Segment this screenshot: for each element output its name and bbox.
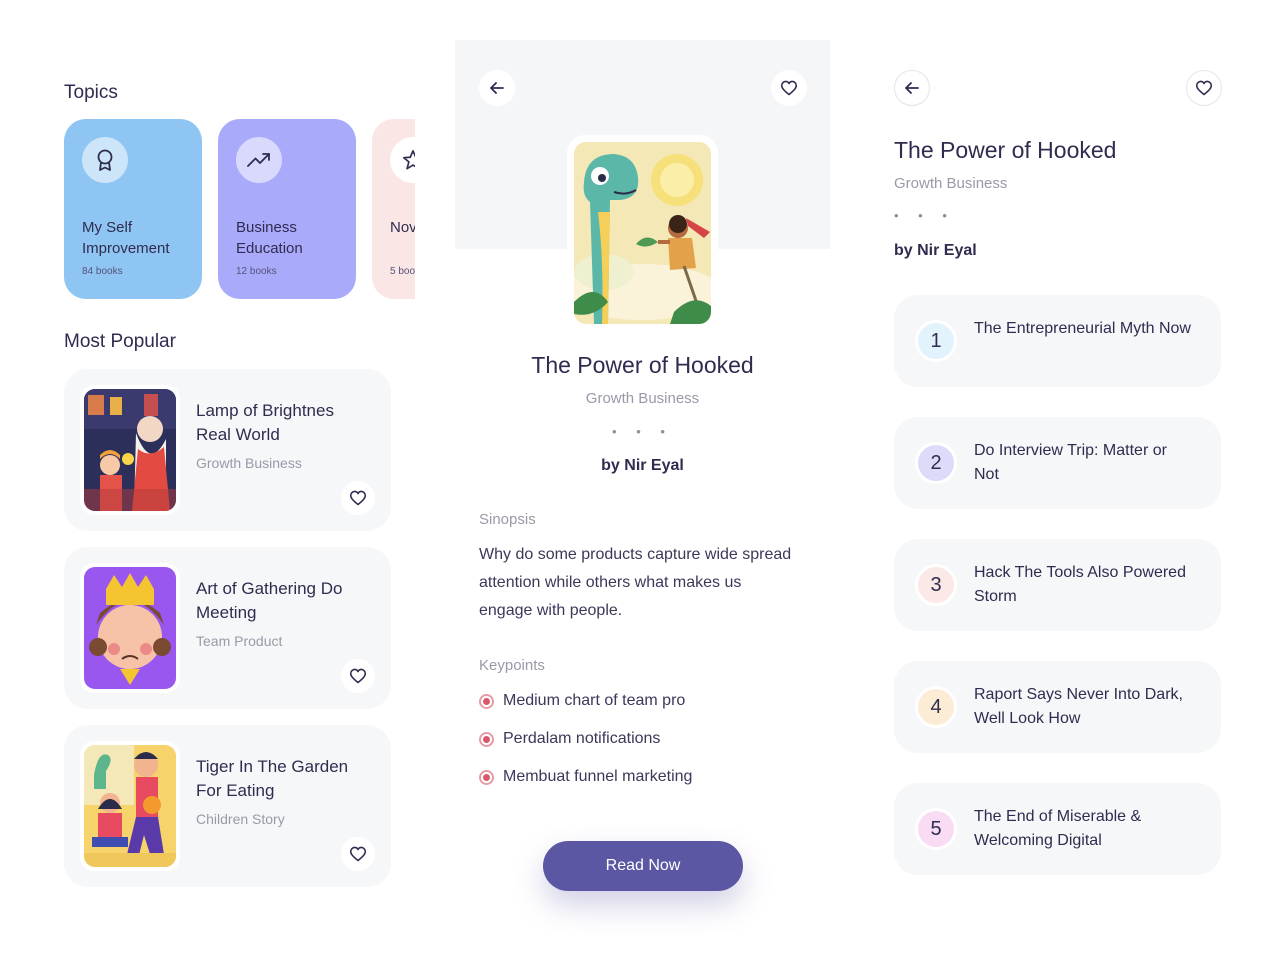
arrow-left-icon xyxy=(905,82,919,94)
book-author: by Nir Eyal xyxy=(894,242,977,259)
keypoint-text: Membuat funnel marketing xyxy=(503,768,693,785)
topic-count: 84 books xyxy=(82,266,123,277)
topic-count: 12 books xyxy=(236,266,277,277)
topic-card-novel-story[interactable]: Novel Story 5 books xyxy=(372,119,415,299)
heart-icon xyxy=(349,846,367,862)
chapter-number: 5 xyxy=(915,808,957,850)
book-cover xyxy=(80,385,180,515)
book-genre: Growth Business xyxy=(585,390,700,407)
keypoint-item: Perdalam notifications xyxy=(479,730,660,748)
chapter-item[interactable]: 3 Hack The Tools Also Powered Storm xyxy=(894,539,1221,631)
chapter-item[interactable]: 5 The End of Miserable & Welcoming Digit… xyxy=(894,783,1221,875)
favorite-button[interactable] xyxy=(771,70,807,106)
chapter-title: Raport Says Never Into Dark, Well Look H… xyxy=(974,686,1183,727)
favorite-button[interactable] xyxy=(341,837,375,871)
heart-icon xyxy=(780,80,798,96)
award-icon xyxy=(82,137,128,183)
dots-separator: • • • xyxy=(612,424,673,439)
topic-name: Novel Story xyxy=(390,219,415,236)
chapter-number: 4 xyxy=(915,686,957,728)
chapter-title: The End of Miserable & Welcoming Digital xyxy=(974,808,1142,849)
back-button[interactable] xyxy=(894,70,930,106)
read-now-button[interactable]: Read Now xyxy=(543,841,743,891)
popular-book-card[interactable]: Tiger In The Garden For Eating Children … xyxy=(64,725,391,887)
chapter-number: 2 xyxy=(915,442,957,484)
most-popular-title: Most Popular xyxy=(64,331,176,352)
popular-book-card[interactable]: Art of Gathering Do Meeting Team Product xyxy=(64,547,391,709)
synopsis-text: Why do some products capture wide spread… xyxy=(479,546,792,619)
book-title: The Power of Hooked xyxy=(894,137,1117,163)
book-cover xyxy=(80,563,180,693)
book-cover-large xyxy=(567,135,718,328)
keypoint-text: Perdalam notifications xyxy=(503,730,661,747)
chapter-number: 3 xyxy=(915,564,957,606)
arrow-left-icon xyxy=(490,82,504,94)
synopsis-label: Sinopsis xyxy=(479,511,536,528)
chapter-number: 1 xyxy=(915,320,957,362)
keypoints-label: Keypoints xyxy=(479,657,545,674)
topic-name: My Self Improvement xyxy=(82,219,170,257)
heart-icon xyxy=(349,668,367,684)
keypoint-item: Membuat funnel marketing xyxy=(479,768,692,786)
topics-carousel[interactable]: My Self Improvement 84 books Business Ed… xyxy=(64,119,415,299)
book-genre: Growth Business xyxy=(196,455,302,471)
chapter-item[interactable]: 2 Do Interview Trip: Matter or Not xyxy=(894,417,1221,509)
chapter-title: Hack The Tools Also Powered Storm xyxy=(974,564,1186,605)
topic-count: 5 books xyxy=(390,266,415,277)
book-genre: Team Product xyxy=(196,633,283,649)
dots-separator: • • • xyxy=(894,208,955,223)
trending-up-icon xyxy=(236,137,282,183)
bullet-icon xyxy=(479,693,494,709)
book-genre: Children Story xyxy=(196,811,285,827)
book-cover xyxy=(80,741,180,871)
chapter-item[interactable]: 4 Raport Says Never Into Dark, Well Look… xyxy=(894,661,1221,753)
book-title: The Power of Hooked xyxy=(531,352,754,378)
topic-card-business-education[interactable]: Business Education 12 books xyxy=(218,119,356,299)
popular-book-card[interactable]: Lamp of Brightnes Real World Growth Busi… xyxy=(64,369,391,531)
book-title[interactable]: Art of Gathering Do Meeting xyxy=(196,577,366,625)
star-icon xyxy=(390,137,415,183)
topic-name: Business Education xyxy=(236,219,303,257)
chapter-item[interactable]: 1 The Entrepreneurial Myth Now xyxy=(894,295,1221,387)
book-author: by Nir Eyal xyxy=(601,457,684,474)
bullet-icon xyxy=(479,769,494,785)
book-genre: Growth Business xyxy=(894,175,1008,192)
favorite-button[interactable] xyxy=(341,659,375,693)
book-title[interactable]: Tiger In The Garden For Eating xyxy=(196,755,366,803)
heart-icon xyxy=(349,490,367,506)
chapter-title: The Entrepreneurial Myth Now xyxy=(974,320,1191,337)
keypoint-item: Medium chart of team pro xyxy=(479,692,685,710)
heart-icon xyxy=(1195,80,1213,96)
favorite-button[interactable] xyxy=(1186,70,1222,106)
favorite-button[interactable] xyxy=(341,481,375,515)
keypoint-text: Medium chart of team pro xyxy=(503,692,686,709)
book-title[interactable]: Lamp of Brightnes Real World xyxy=(196,399,366,447)
bullet-icon xyxy=(479,731,494,747)
back-button[interactable] xyxy=(479,70,515,106)
chapter-title: Do Interview Trip: Matter or Not xyxy=(974,442,1167,483)
topic-card-self-improvement[interactable]: My Self Improvement 84 books xyxy=(64,119,202,299)
topics-title: Topics xyxy=(64,82,118,103)
